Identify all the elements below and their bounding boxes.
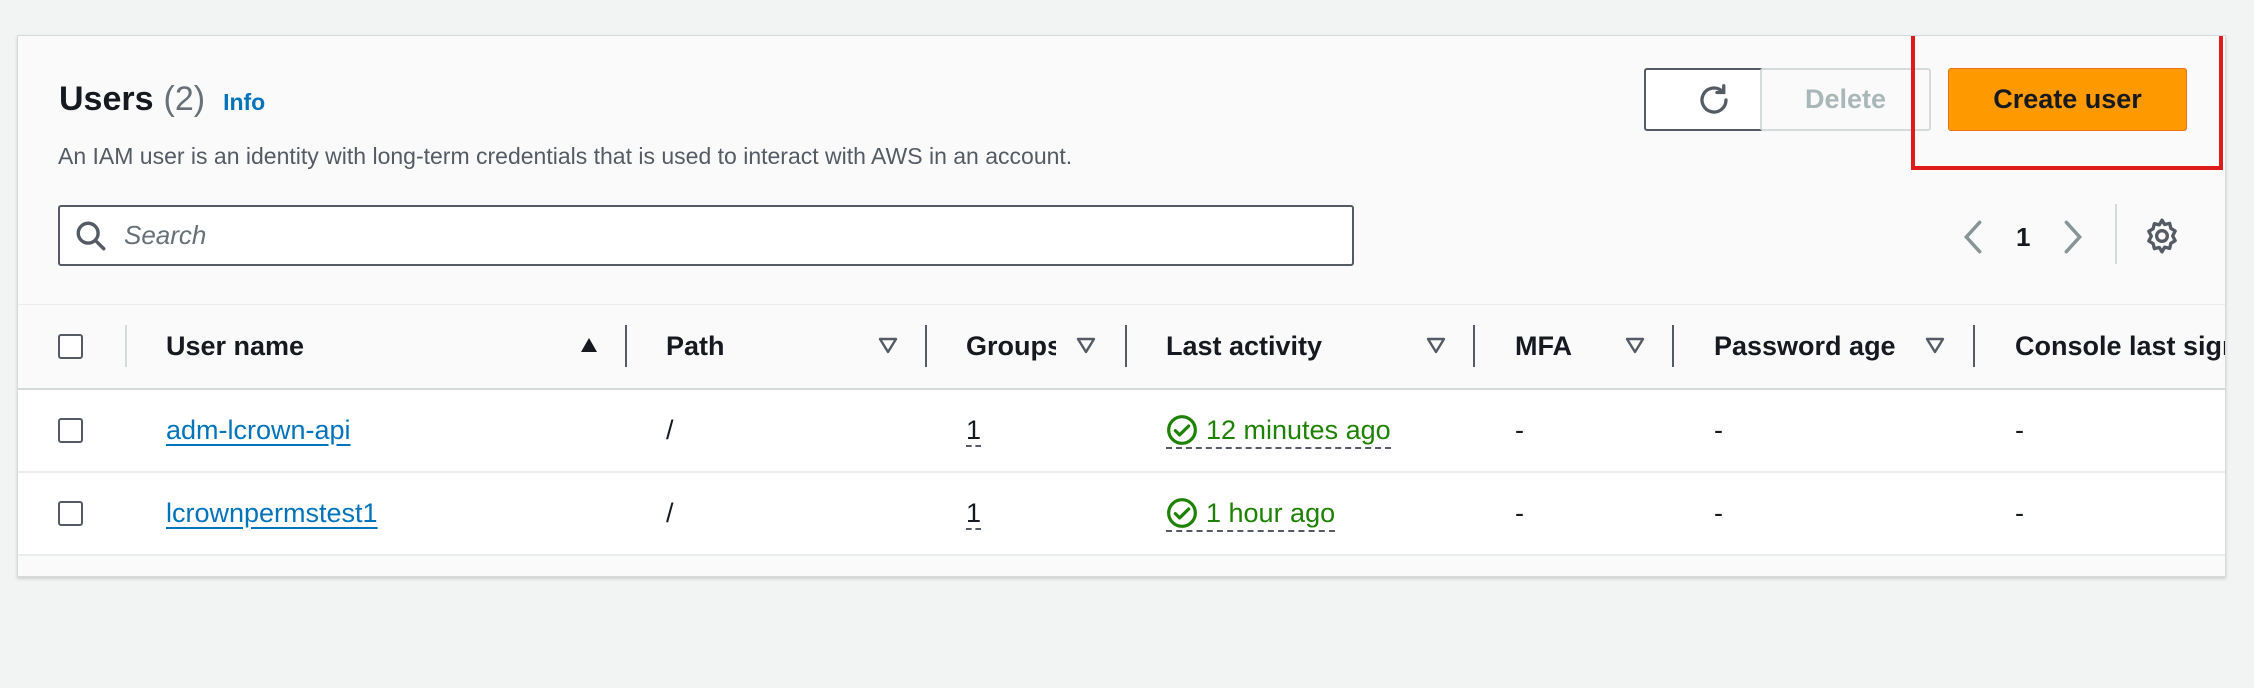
column-divider[interactable] [625,325,627,367]
user-name-cell: adm-lcrown-api [166,390,351,471]
table-row: adm-lcrown-api / 1 12 minutes ago - - - [18,390,2225,473]
column-divider[interactable] [1125,325,1127,367]
sort-icon[interactable] [876,333,900,357]
column-divider[interactable] [925,325,927,367]
path-cell: / [666,415,674,445]
path-cell: / [666,498,674,528]
column-divider [125,325,127,367]
pagination: 1 [1958,212,2088,262]
page-number[interactable]: 1 [2016,222,2030,253]
delete-button[interactable]: Delete [1760,68,1931,131]
last-activity-cell: 12 minutes ago [1166,390,1391,471]
column-divider[interactable] [1973,325,1975,367]
row-checkbox[interactable] [58,501,83,526]
sort-ascending-icon[interactable] [577,333,601,357]
sort-icon[interactable] [1923,333,1947,357]
row-select-cell [58,390,83,471]
user-name-link[interactable]: adm-lcrown-api [166,415,351,446]
groups-count[interactable]: 1 [966,415,982,447]
password-age-cell: - [1714,415,1723,445]
sort-icon[interactable] [1623,333,1647,357]
gear-icon[interactable] [2142,216,2182,256]
last-activity-text: 12 minutes ago [1206,414,1391,445]
page-description: An IAM user is an identity with long-ter… [58,143,1073,169]
select-all-checkbox[interactable] [58,334,83,359]
user-name-cell: lcrownpermstest1 [166,473,378,554]
refresh-icon [1700,83,1728,114]
table-row: lcrownpermstest1 / 1 1 hour ago - - - [18,473,2225,556]
search-box[interactable] [58,205,1354,266]
column-divider[interactable] [1473,325,1475,367]
header: Users (2) Info [59,80,265,119]
password-age-cell: - [1714,498,1723,528]
info-link[interactable]: Info [223,89,265,116]
last-activity-cell: 1 hour ago [1166,473,1336,554]
column-header-console-last-sign-in[interactable]: Console last sign [2015,305,2225,388]
column-header-groups[interactable]: Groups [966,305,1056,388]
last-activity-value[interactable]: 1 hour ago [1166,496,1336,532]
column-header-last-activity[interactable]: Last activity [1166,305,1322,388]
search-input[interactable] [122,219,1326,252]
mfa-cell: - [1515,415,1524,445]
users-table: User name Path Groups Last activity MFA … [18,304,2225,556]
user-name-link[interactable]: lcrownpermstest1 [166,498,378,529]
search-icon [76,221,106,250]
column-header-user-name[interactable]: User name [166,305,304,388]
column-header-mfa[interactable]: MFA [1515,305,1572,388]
last-activity-value[interactable]: 12 minutes ago [1166,413,1391,449]
console-last-signin-cell: - [2015,415,2024,445]
users-panel: Users (2) Info An IAM user is an identit… [17,35,2226,577]
pager-divider [2115,204,2117,264]
column-header-path[interactable]: Path [666,305,725,388]
column-header-password-age[interactable]: Password age [1714,305,1896,388]
groups-count[interactable]: 1 [966,498,982,530]
chevron-left-icon[interactable] [1958,217,1988,257]
user-count: (2) [163,80,206,118]
page-title: Users [59,80,154,118]
create-user-button[interactable]: Create user [1948,68,2187,131]
last-activity-text: 1 hour ago [1206,497,1336,528]
sort-icon[interactable] [1424,333,1448,357]
row-select-cell [58,473,83,554]
mfa-cell: - [1515,498,1524,528]
groups-cell: 1 [966,473,982,554]
select-all-cell [58,305,83,388]
success-check-icon [1167,414,1197,445]
sort-icon[interactable] [1074,333,1098,357]
table-header: User name Path Groups Last activity MFA … [18,304,2225,390]
console-last-signin-cell: - [2015,498,2024,528]
success-check-icon [1167,497,1197,528]
column-divider[interactable] [1672,325,1674,367]
groups-cell: 1 [966,390,982,471]
row-checkbox[interactable] [58,418,83,443]
chevron-right-icon[interactable] [2058,217,2088,257]
